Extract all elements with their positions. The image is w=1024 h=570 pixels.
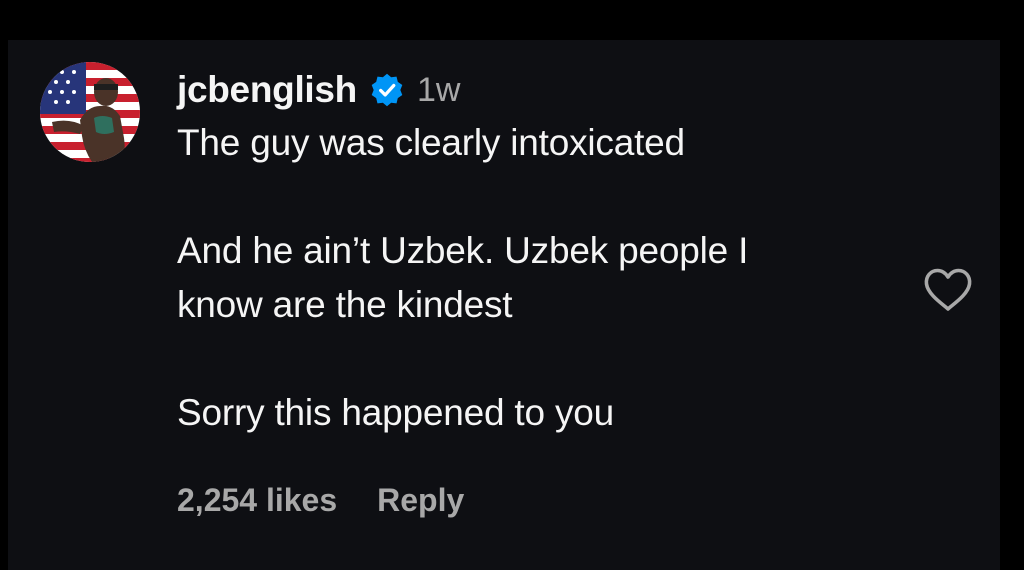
comment-header: jcbenglish 1w — [177, 64, 897, 116]
comment-text: The guy was clearly intoxicated And he a… — [177, 122, 749, 433]
comment-body: jcbenglish 1w The guy was clearly intoxi… — [177, 64, 897, 518]
likes-count-button[interactable]: 2,254 likes — [177, 482, 337, 519]
comment-timestamp: 1w — [416, 70, 461, 109]
username-link[interactable]: jcbenglish — [177, 69, 357, 111]
avatar[interactable] — [40, 62, 140, 162]
comment-actions: 2,254 likes Reply — [177, 482, 464, 519]
avatar-image — [40, 62, 140, 162]
heart-outline-icon[interactable] — [922, 266, 974, 314]
verified-badge-icon — [369, 72, 405, 108]
reply-button[interactable]: Reply — [377, 482, 464, 519]
